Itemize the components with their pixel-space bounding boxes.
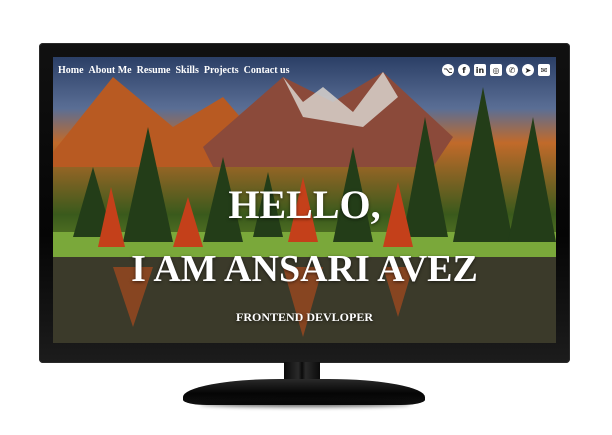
nav-skills[interactable]: Skills (176, 65, 199, 76)
top-navigation: Home About Me Resume Skills Projects Con… (58, 65, 290, 76)
nav-about-me[interactable]: About Me (89, 65, 132, 76)
nav-contact-us[interactable]: Contact us (244, 65, 290, 76)
social-links: ⌥ f in ◎ ✆ ➤ ✉ (442, 64, 550, 76)
hero-greeting: HELLO, (228, 182, 381, 227)
telegram-icon[interactable]: ➤ (522, 64, 534, 76)
nav-resume[interactable]: Resume (137, 65, 171, 76)
stand-shadow (200, 401, 410, 407)
website-screen: Home About Me Resume Skills Projects Con… (53, 57, 556, 343)
hero-role: FRONTEND DEVLOPER (235, 310, 373, 324)
nav-home[interactable]: Home (58, 65, 84, 76)
nav-projects[interactable]: Projects (204, 65, 239, 76)
email-icon[interactable]: ✉ (538, 64, 550, 76)
whatsapp-icon[interactable]: ✆ (506, 64, 518, 76)
github-icon[interactable]: ⌥ (442, 64, 454, 76)
facebook-icon[interactable]: f (458, 64, 470, 76)
instagram-icon[interactable]: ◎ (490, 64, 502, 76)
hero-name: I AM ANSARI AVEZ (131, 248, 478, 290)
monitor-bezel: Home About Me Resume Skills Projects Con… (39, 43, 570, 363)
linkedin-icon[interactable]: in (474, 64, 486, 76)
